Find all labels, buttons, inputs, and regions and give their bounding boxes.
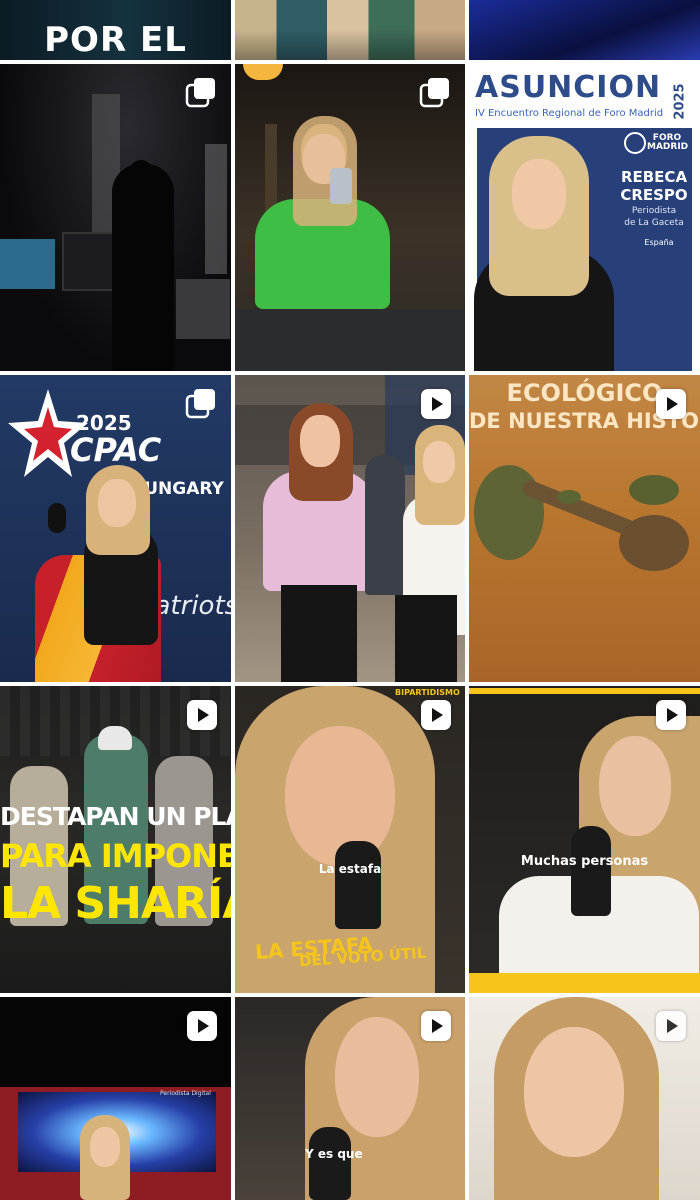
reel-icon	[421, 1011, 451, 1041]
post-tile[interactable]: BIPARTIDISMO La estafa LA ESTAFA DEL VOT…	[235, 686, 465, 993]
reel-icon	[421, 389, 451, 419]
poster-subtitle: IV Encuentro Regional de Foro Madrid	[475, 108, 664, 119]
reel-caption-line2: PARA IMPONER	[0, 837, 231, 875]
reel-icon	[656, 1011, 686, 1041]
carousel-icon	[185, 389, 215, 419]
speaker-face	[599, 736, 671, 836]
speaker-role-2: de La Gaceta	[624, 218, 684, 228]
reel-icon	[187, 700, 217, 730]
microphone	[48, 503, 66, 533]
reel-subtitle: Muchas personas	[520, 854, 649, 869]
post-tile[interactable]	[235, 0, 465, 60]
poster-year: 2025	[672, 83, 688, 120]
post-tile[interactable]: DESTAPAN UN PLAN PARA IMPONER LA SHARÍA	[0, 686, 231, 993]
reel-subtitle: Y es que	[305, 1147, 363, 1161]
show-tag: BIPARTIDISMO	[395, 688, 460, 697]
reel-caption-line1: DESTAPAN UN PLAN	[0, 802, 231, 831]
reel-icon	[656, 389, 686, 419]
speaker-first-name: REBECA	[620, 168, 688, 186]
fallen-olive-tree	[474, 465, 544, 560]
post-tile[interactable]	[235, 64, 465, 371]
poster-org: FORO MADRID	[647, 133, 689, 153]
reel-icon	[187, 1011, 217, 1041]
speaker-face	[512, 159, 566, 229]
post-tile[interactable]: ECOLÓGICO DE NUESTRA HISTORIA	[469, 375, 700, 682]
cpac-logo: CPAC	[70, 431, 162, 469]
microphone	[309, 1127, 351, 1200]
speaker-face	[335, 1017, 419, 1137]
carousel-icon	[185, 78, 215, 108]
speaker-country: España	[644, 238, 674, 247]
poster-title: ASUNCION	[475, 70, 662, 105]
post-tile[interactable]	[0, 64, 231, 371]
post-tile[interactable]: ASUNCION 2025 IV Encuentro Regional de F…	[469, 64, 700, 371]
post-grid: POR EL ASUNCION 2025 IV Encuentro Region…	[0, 0, 700, 1200]
reel-icon	[656, 700, 686, 730]
post-caption: POR EL	[44, 20, 187, 60]
microphone	[571, 826, 611, 916]
post-tile[interactable]: Periodista Digital	[0, 997, 231, 1200]
channel-watermark: Periodista Digital	[160, 1090, 211, 1097]
reel-icon	[421, 700, 451, 730]
post-tile[interactable]	[469, 0, 700, 60]
speaker-role-1: Periodista	[631, 206, 677, 216]
reel-subtitle: La estafa	[318, 862, 382, 876]
carousel-icon	[419, 78, 449, 108]
post-tile[interactable]	[235, 375, 465, 682]
post-tile[interactable]: POR EL	[0, 0, 231, 60]
microphone	[335, 841, 381, 929]
post-tile[interactable]: 2025 CPAC HUNGARY patriots	[0, 375, 231, 682]
post-thumbnail	[469, 0, 700, 60]
speaker-face	[524, 1027, 624, 1157]
speaker-last-name: CRESPO	[620, 186, 688, 204]
post-tile[interactable]: Y es que	[235, 997, 465, 1200]
reel-caption-line3: LA SHARÍA	[0, 878, 231, 929]
post-tile[interactable]	[469, 997, 700, 1200]
post-tile[interactable]: Muchas personas	[469, 686, 700, 993]
